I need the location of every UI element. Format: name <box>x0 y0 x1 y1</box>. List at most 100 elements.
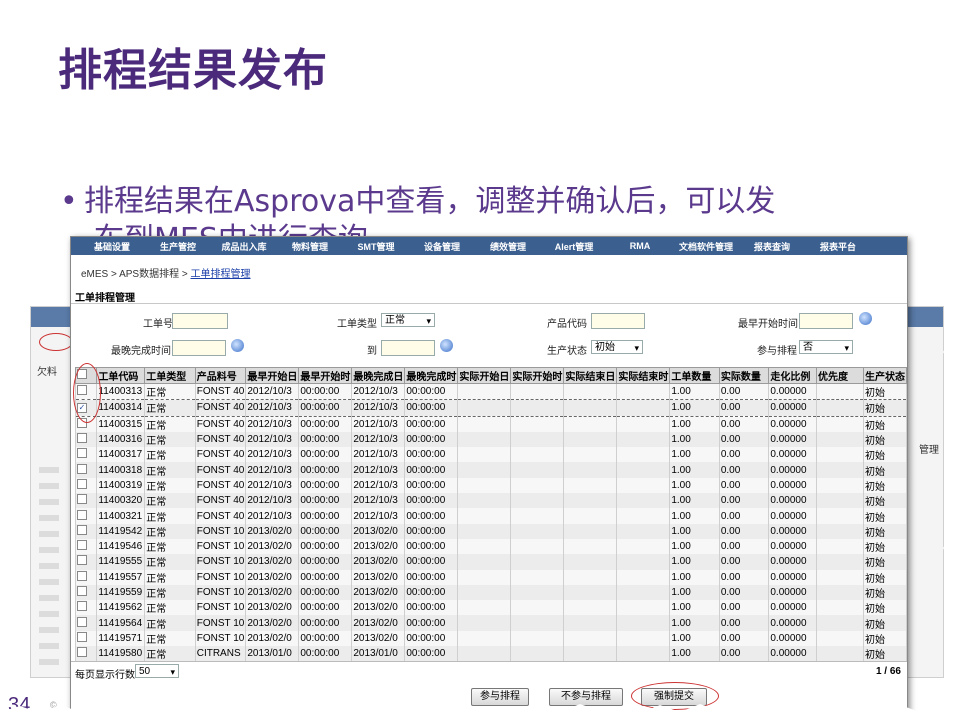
column-header[interactable]: 优先度 <box>816 367 864 384</box>
menu-item[interactable]: 设备管理 <box>409 240 475 253</box>
participate-select[interactable]: 否 <box>799 340 853 355</box>
latest-finish-to-input[interactable] <box>381 340 435 356</box>
calendar-icon[interactable] <box>440 339 453 352</box>
table-row[interactable]: 11400317 正常 FONST 40 2012/10/3 00:00:00 2012/… <box>74 447 907 463</box>
row-checkbox[interactable] <box>77 586 87 596</box>
column-header[interactable]: 生产状态 <box>862 367 907 384</box>
column-header[interactable]: 最早开始时 <box>298 367 353 384</box>
table-cell <box>457 538 512 555</box>
table-row[interactable]: 11400320 正常 FONST 40 2012/10/3 00:00:00 2012/… <box>74 493 907 509</box>
latest-finish-from-input[interactable] <box>172 340 226 356</box>
row-checkbox[interactable] <box>77 509 87 520</box>
menu-item[interactable]: 报表查询 <box>739 240 805 253</box>
row-checkbox[interactable] <box>77 494 87 505</box>
column-header[interactable]: 工单类型 <box>144 367 196 384</box>
menu-item[interactable]: 成品出入库 <box>211 240 277 253</box>
row-checkbox-cell[interactable] <box>74 523 98 539</box>
table-row[interactable]: 11419557 正常 FONST 10 2013/02/0 00:00:00 2013/… <box>74 569 907 585</box>
row-checkbox-cell[interactable] <box>74 615 98 631</box>
table-row[interactable]: 11400321 正常 FONST 40 2012/10/3 00:00:00 2012/… <box>74 508 907 524</box>
table-row[interactable]: 11400315 正常 FONST 40 2012/10/3 00:00:00 2012/… <box>74 416 907 432</box>
table-row[interactable]: 11419571 正常 FONST 10 2013/02/0 00:00:00 2013/… <box>74 630 907 647</box>
breadcrumb-link[interactable]: 工单排程管理 <box>190 269 250 280</box>
column-header[interactable]: 产品料号 <box>194 367 247 384</box>
row-checkbox-cell[interactable] <box>74 600 98 616</box>
row-checkbox-cell[interactable] <box>74 584 98 601</box>
table-row[interactable]: 11419559 正常 FONST 10 2013/02/0 00:00:00 2013/… <box>74 584 907 601</box>
column-header[interactable]: 最晚完成日 <box>351 367 406 384</box>
column-header[interactable]: 最晚完成时 <box>404 367 459 384</box>
row-checkbox-cell[interactable] <box>74 508 98 524</box>
table-cell: 0.00000 <box>768 447 817 463</box>
calendar-icon[interactable] <box>859 312 872 325</box>
row-checkbox-cell[interactable] <box>74 630 98 647</box>
row-checkbox[interactable] <box>77 601 87 612</box>
row-checkbox-cell[interactable] <box>74 447 98 463</box>
table-cell <box>563 431 618 448</box>
row-checkbox-cell[interactable] <box>74 462 98 478</box>
table-row[interactable]: 11400316 正常 FONST 40 2012/10/3 00:00:00 2012/… <box>74 431 907 448</box>
menu-item[interactable]: 物料管理 <box>277 240 343 253</box>
table-row[interactable]: 11400318 正常 FONST 40 2012/10/3 00:00:00 2012/… <box>74 462 907 478</box>
row-checkbox-cell[interactable] <box>74 554 98 570</box>
menu-item[interactable]: Alert管理 <box>541 240 607 253</box>
row-checkbox[interactable] <box>77 433 87 444</box>
row-checkbox-cell[interactable] <box>74 569 98 585</box>
table-cell: 2012/10/3 <box>351 462 406 478</box>
menu-item[interactable]: 文档软件管理 <box>673 240 739 253</box>
row-checkbox-cell[interactable] <box>74 538 98 555</box>
table-row[interactable]: 11400319 正常 FONST 40 2012/10/3 00:00:00 2012/… <box>74 477 907 494</box>
column-header[interactable]: 最早开始日 <box>245 367 300 384</box>
table-row[interactable]: 11419546 正常 FONST 10 2013/02/0 00:00:00 2013/… <box>74 538 907 555</box>
row-checkbox[interactable] <box>77 647 87 658</box>
calendar-icon[interactable] <box>231 339 244 352</box>
row-checkbox[interactable] <box>77 616 87 627</box>
earliest-start-input[interactable] <box>799 313 853 329</box>
row-checkbox[interactable] <box>77 463 87 474</box>
column-header[interactable]: 实际开始日 <box>457 367 512 384</box>
column-header[interactable]: 实际结束时 <box>616 367 671 384</box>
table-cell: 初始 <box>862 538 907 555</box>
product-code-input[interactable] <box>591 313 645 329</box>
row-checkbox-cell[interactable] <box>74 646 98 662</box>
table-row[interactable]: 11419562 正常 FONST 10 2013/02/0 00:00:00 2013/… <box>74 600 907 616</box>
table-cell: 0.00 <box>718 538 770 555</box>
menu-item[interactable]: 绩效管理 <box>475 240 541 253</box>
per-page-select[interactable]: 50 <box>135 664 179 679</box>
row-checkbox-cell[interactable] <box>74 431 98 448</box>
column-header[interactable]: 工单代码 <box>96 367 146 384</box>
row-checkbox[interactable] <box>77 570 87 581</box>
menu-item[interactable]: SMT管理 <box>343 240 409 253</box>
menu-item[interactable]: RMA <box>607 241 673 251</box>
table-row[interactable]: 11400313 正常 FONST 40 2012/10/3 00:00:00 2012/… <box>74 383 907 400</box>
row-checkbox[interactable] <box>77 555 87 566</box>
menu-item[interactable]: 基础设置 <box>79 240 145 253</box>
row-checkbox[interactable] <box>77 448 87 459</box>
menu-item[interactable]: 生产管控 <box>145 240 211 253</box>
table-cell: 2013/02/0 <box>351 538 406 555</box>
prod-status-select[interactable]: 初始 <box>591 340 643 355</box>
table-row[interactable]: 11419564 正常 FONST 10 2013/02/0 00:00:00 2013/… <box>74 615 907 631</box>
column-header[interactable]: 走化比例 <box>768 367 817 384</box>
column-header[interactable]: 实际数量 <box>718 367 770 384</box>
table-cell: 2012/10/3 <box>351 493 406 509</box>
menu-item[interactable]: 报表平台 <box>805 240 871 253</box>
row-checkbox[interactable] <box>77 631 87 642</box>
row-checkbox[interactable] <box>77 540 87 551</box>
row-checkbox[interactable] <box>77 478 87 489</box>
table-row[interactable]: 11419542 正常 FONST 10 2013/02/0 00:00:00 2013/… <box>74 523 907 539</box>
table-row[interactable]: 11419580 正常 CITRANS 2013/01/0 00:00:00 2013/0… <box>74 646 907 662</box>
row-checkbox-cell[interactable] <box>74 477 98 494</box>
table-row[interactable]: ✓ 11400314 正常 FONST 40 2012/10/3 00:00:00 2012… <box>74 399 907 417</box>
table-cell <box>816 538 864 555</box>
column-header[interactable]: 实际结束日 <box>563 367 618 384</box>
column-header[interactable]: 实际开始时 <box>510 367 565 384</box>
order-type-select[interactable]: 正常 <box>381 313 435 328</box>
table-cell: 0.00000 <box>768 554 817 570</box>
row-checkbox-cell[interactable] <box>74 493 98 509</box>
table-row[interactable]: 11419555 正常 FONST 10 2013/02/0 00:00:00 2013/… <box>74 554 907 570</box>
order-no-input[interactable] <box>172 313 228 329</box>
column-header[interactable]: 工单数量 <box>669 367 720 384</box>
row-checkbox[interactable] <box>77 524 87 535</box>
table-cell: 1.00 <box>669 416 720 432</box>
